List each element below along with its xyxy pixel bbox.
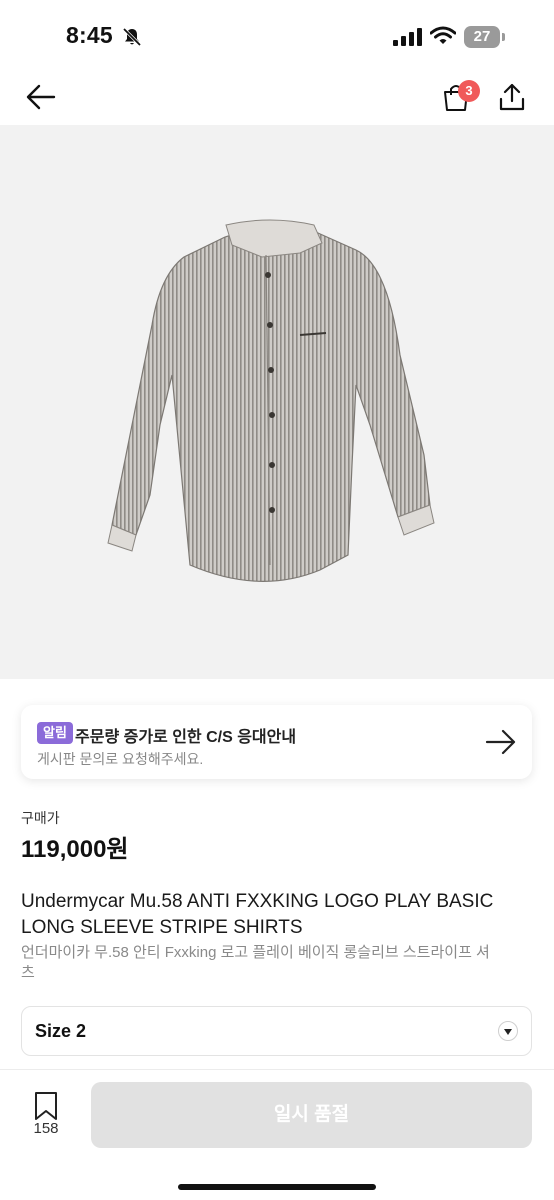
share-icon[interactable] [498, 82, 526, 112]
sold-out-label: 일시 품절 [273, 1104, 350, 1125]
price-value: 119,000원 [21, 836, 129, 863]
battery-icon: 27 [464, 26, 506, 48]
home-indicator[interactable] [178, 1184, 376, 1190]
bookmark-count: 158 [33, 1120, 59, 1137]
product-title-korean: 언더마이카 무.58 안티 Fxxking 로고 플레이 베이직 롱슬리브 스트… [21, 944, 490, 981]
arrow-right-icon [485, 729, 516, 755]
product-image[interactable] [0, 125, 554, 679]
battery-level: 27 [473, 28, 491, 45]
bookmark-icon[interactable] [33, 1091, 59, 1121]
back-arrow-icon[interactable] [26, 84, 56, 110]
notice-tag: 알림 [37, 722, 73, 744]
bell-slash-icon [122, 27, 142, 47]
cart-count-badge: 3 [458, 80, 480, 102]
notice-subtitle: 게시판 문의로 요청해주세요. [37, 751, 204, 767]
sold-out-button[interactable]: 일시 품절 [91, 1082, 532, 1148]
size-dropdown[interactable]: Size 2 [21, 1006, 532, 1056]
striped-shirt-illustration [107, 219, 435, 582]
chevron-down-icon [498, 1021, 518, 1041]
cs-notice-card[interactable]: 알림 주문량 증가로 인한 C/S 응대안내 게시판 문의로 요청해주세요. [21, 705, 532, 779]
bottom-bar-divider [0, 1069, 554, 1070]
notice-title: 주문량 증가로 인한 C/S 응대안내 [75, 729, 297, 746]
wifi-icon [430, 26, 456, 44]
size-selected-value: Size 2 [35, 1021, 87, 1041]
status-time: 8:45 [66, 22, 113, 48]
signal-icon [393, 28, 422, 46]
product-title: Undermycar Mu.58 ANTI FXXKING LOGO PLAY … [21, 891, 494, 938]
price-label: 구매가 [21, 810, 60, 826]
